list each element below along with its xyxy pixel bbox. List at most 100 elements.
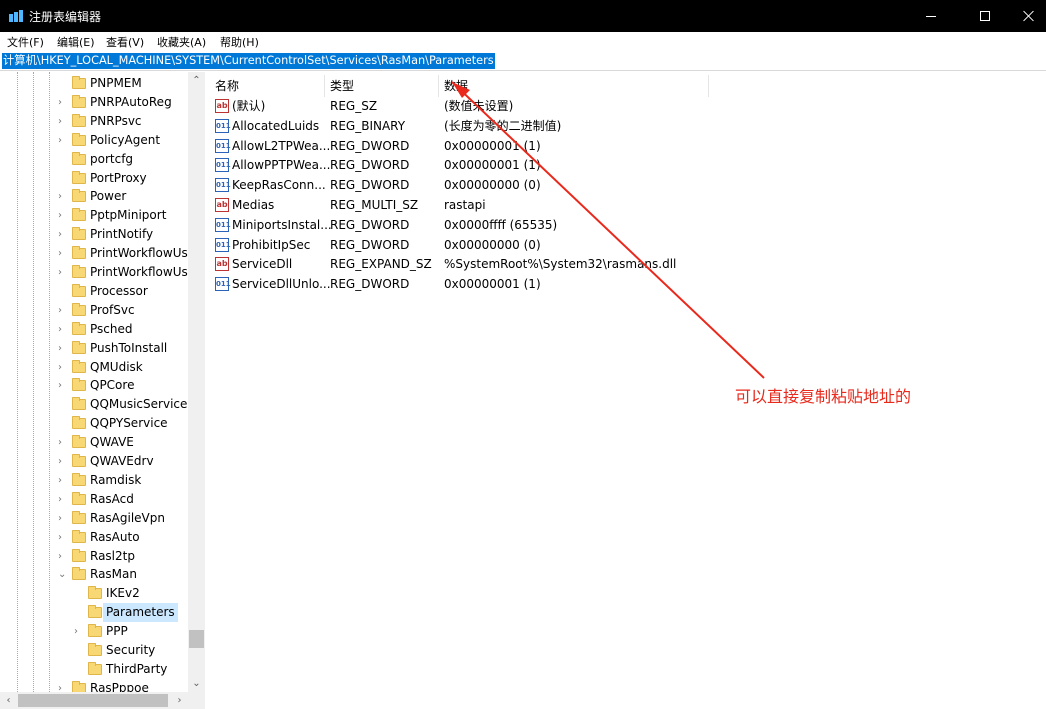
tree-item[interactable]: Parameters — [0, 603, 188, 623]
scroll-down-icon[interactable]: ⌄ — [188, 675, 205, 692]
chevron-right-icon[interactable]: › — [58, 206, 68, 225]
chevron-right-icon[interactable]: › — [58, 376, 68, 395]
tree-item[interactable]: ⌄ RasMan — [0, 565, 188, 584]
tree-item[interactable]: › RasAgileVpn — [0, 509, 188, 528]
tree-item[interactable]: Security — [0, 641, 188, 660]
tree-horizontal-scrollbar[interactable]: ‹ › — [0, 692, 205, 709]
tree-item-label: PrintNotify — [90, 227, 154, 242]
tree-item[interactable]: › PrintWorkflowUse — [0, 244, 195, 263]
scrollbar-thumb[interactable] — [189, 630, 204, 648]
chevron-right-icon[interactable]: › — [58, 509, 68, 528]
table-row[interactable]: ab ServiceDll REG_EXPAND_SZ %SystemRoot%\Sy… — [210, 254, 710, 274]
tree-item[interactable]: PNPMEM — [0, 74, 188, 93]
tree-vertical-scrollbar[interactable]: ⌃ ⌄ — [188, 72, 205, 692]
tree-item[interactable]: › PPP — [0, 622, 188, 641]
table-row[interactable]: 011 AllocatedLuids REG_BINARY (长度为零的二进制值) — [210, 116, 710, 136]
menu-favorites[interactable]: 收藏夹(A) — [157, 34, 206, 50]
folder-icon — [72, 680, 86, 692]
chevron-right-icon[interactable]: › — [58, 112, 68, 131]
chevron-right-icon[interactable]: › — [58, 471, 68, 490]
tree-item[interactable]: › PushToInstall — [0, 339, 188, 358]
chevron-right-icon[interactable]: › — [58, 547, 68, 566]
table-row[interactable]: 011 AllowL2TPWea... REG_DWORD 0x00000001 (1… — [210, 136, 710, 156]
chevron-right-icon[interactable]: › — [58, 679, 68, 692]
folder-icon — [88, 624, 102, 638]
chevron-right-icon[interactable]: › — [58, 433, 68, 452]
chevron-right-icon[interactable]: › — [58, 93, 68, 112]
tree-item[interactable]: › Psched — [0, 320, 188, 339]
binary-value-icon: 011 — [215, 138, 231, 153]
tree-item[interactable]: › QPCore — [0, 376, 188, 395]
chevron-down-icon[interactable]: ⌄ — [58, 565, 68, 584]
table-row[interactable]: 011 KeepRasConn... REG_DWORD 0x00000000 (0) — [210, 175, 710, 195]
menu-edit[interactable]: 编辑(E) — [57, 34, 95, 50]
table-row[interactable]: 011 AllowPPTPWea... REG_DWORD 0x00000001 (1… — [210, 155, 710, 175]
chevron-right-icon[interactable]: › — [58, 131, 68, 150]
address-bar[interactable]: 计算机\HKEY_LOCAL_MACHINE\SYSTEM\CurrentCon… — [0, 51, 1046, 71]
chevron-right-icon[interactable]: › — [58, 528, 68, 547]
tree-item[interactable]: QQMusicService — [0, 395, 188, 414]
string-value-icon: ab — [215, 99, 229, 113]
tree-item[interactable]: › QWAVEdrv — [0, 452, 188, 471]
value-type: REG_DWORD — [330, 178, 410, 193]
tree-item[interactable]: › PNRPAutoReg — [0, 93, 188, 112]
value-name: KeepRasConn... — [232, 178, 326, 193]
menu-help[interactable]: 帮助(H) — [220, 34, 259, 50]
key-tree[interactable]: PNPMEM › PNRPAutoReg › PNRPsvc › PolicyAgent po… — [0, 72, 205, 692]
tree-item[interactable]: › QMUdisk — [0, 358, 188, 377]
tree-item-label: QPCore — [90, 378, 135, 393]
tree-item[interactable]: › QWAVE — [0, 433, 188, 452]
chevron-right-icon[interactable]: › — [58, 301, 68, 320]
scroll-right-icon[interactable]: › — [171, 692, 188, 709]
chevron-right-icon[interactable]: › — [58, 339, 68, 358]
chevron-right-icon[interactable]: › — [58, 244, 68, 263]
table-row[interactable]: ab Medias REG_MULTI_SZ rastapi — [210, 195, 710, 215]
chevron-right-icon[interactable]: › — [58, 263, 68, 282]
folder-icon — [72, 378, 86, 392]
folder-icon — [72, 567, 86, 581]
tree-item[interactable]: ThirdParty — [0, 660, 188, 679]
minimize-button[interactable] — [908, 0, 954, 32]
tree-item[interactable]: › Rasl2tp — [0, 547, 188, 566]
column-name[interactable]: 名称 — [210, 75, 325, 97]
column-data[interactable]: 数据 — [439, 75, 709, 97]
tree-item[interactable]: › Power — [0, 187, 188, 206]
table-row[interactable]: 011 ServiceDllUnlo... REG_DWORD 0x00000001 … — [210, 274, 710, 294]
binary-value-icon: 011 — [215, 178, 231, 193]
tree-item[interactable]: › RasAcd — [0, 490, 188, 509]
chevron-right-icon[interactable]: › — [58, 320, 68, 339]
table-row[interactable]: ab (默认) REG_SZ (数值未设置) — [210, 96, 710, 116]
chevron-right-icon[interactable]: › — [74, 622, 84, 641]
tree-item[interactable]: Processor — [0, 282, 188, 301]
column-type[interactable]: 类型 — [325, 75, 439, 97]
chevron-right-icon[interactable]: › — [58, 187, 68, 206]
tree-item[interactable]: › PrintWorkflowUse — [0, 263, 195, 282]
tree-item[interactable]: IKEv2 — [0, 584, 188, 603]
maximize-button[interactable] — [962, 0, 1008, 32]
table-row[interactable]: 011 ProhibitIpSec REG_DWORD 0x00000000 (0) — [210, 235, 710, 255]
tree-item[interactable]: › PNRPsvc — [0, 112, 188, 131]
tree-item[interactable]: › PrintNotify — [0, 225, 188, 244]
tree-item[interactable]: › RasPppoe — [0, 679, 188, 692]
tree-item[interactable]: › PolicyAgent — [0, 131, 188, 150]
value-data: 0x00000001 (1) — [444, 277, 541, 292]
tree-item[interactable]: › Ramdisk — [0, 471, 188, 490]
tree-item[interactable]: PortProxy — [0, 169, 188, 188]
tree-item[interactable]: › ProfSvc — [0, 301, 188, 320]
scroll-up-icon[interactable]: ⌃ — [188, 72, 205, 89]
menu-file[interactable]: 文件(F) — [7, 34, 44, 50]
chevron-right-icon[interactable]: › — [58, 358, 68, 377]
tree-item[interactable]: › PptpMiniport — [0, 206, 188, 225]
scrollbar-thumb-horizontal[interactable] — [18, 694, 168, 707]
scroll-left-icon[interactable]: ‹ — [0, 692, 17, 709]
tree-item[interactable]: portcfg — [0, 150, 188, 169]
chevron-right-icon[interactable]: › — [58, 452, 68, 471]
address-path[interactable]: 计算机\HKEY_LOCAL_MACHINE\SYSTEM\CurrentCon… — [2, 53, 495, 69]
table-row[interactable]: 011 MiniportsInstal... REG_DWORD 0x0000ffff… — [210, 215, 710, 235]
tree-item[interactable]: QQPYService — [0, 414, 188, 433]
tree-item[interactable]: › RasAuto — [0, 528, 188, 547]
chevron-right-icon[interactable]: › — [58, 490, 68, 509]
chevron-right-icon[interactable]: › — [58, 225, 68, 244]
close-button[interactable] — [1006, 0, 1046, 32]
menu-view[interactable]: 查看(V) — [106, 34, 144, 50]
